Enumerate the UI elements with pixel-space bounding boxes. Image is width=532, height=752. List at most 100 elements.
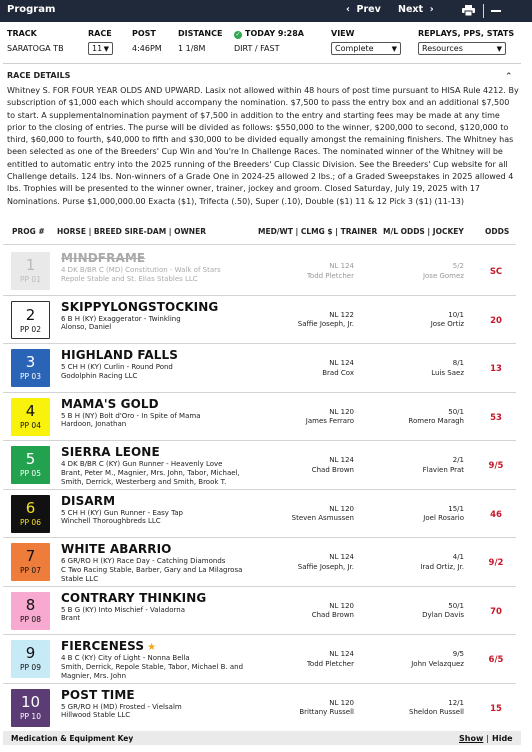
program-number-badge: 3 PP 03: [11, 349, 50, 387]
entry-row[interactable]: 9 PP 09 FIERCENESS ★ 4 B C (KY) City of L…: [0, 634, 532, 683]
post-position: PP 02: [20, 324, 41, 334]
trainer-name: Saffie Joseph, Jr.: [297, 562, 354, 571]
horse-name-text: SIERRA LEONE: [61, 445, 160, 459]
medication-weight: NL 124: [329, 359, 354, 367]
col-horse: HORSE | BREED SIRE-DAM | OWNER: [57, 227, 206, 236]
breeding-info: 5 B H (NY) Bolt d'Oro - In Spite of Mama: [61, 411, 201, 420]
post-position: PP 10: [20, 711, 41, 721]
jockey-name: Luis Saez: [431, 368, 464, 377]
program-number-badge: 6 PP 06: [11, 494, 50, 533]
trainer-name: Brad Cox: [322, 368, 354, 377]
collapse-icon[interactable]: ⌃: [505, 72, 513, 82]
morning-line-odds: 2/1: [452, 456, 464, 464]
post-position: PP 04: [20, 420, 41, 430]
ml-odds-jockey: 5/2 Jose Gomez: [423, 262, 464, 281]
current-odds: 15: [490, 703, 502, 714]
view-select-value: Complete: [335, 44, 374, 53]
prev-label: Prev: [356, 4, 381, 15]
trainer-name: Chad Brown: [311, 465, 354, 474]
post-position: PP 07: [20, 566, 41, 575]
morning-line-odds: 15/1: [448, 504, 464, 513]
entry-row[interactable]: 8 PP 08 CONTRARY THINKING 5 B G (KY) Int…: [0, 586, 532, 635]
today-header: ✓ TODAY 9:28A: [234, 29, 304, 39]
next-label: Next: [398, 4, 424, 15]
trainer-name: Steven Asmussen: [291, 514, 354, 522]
horse-name[interactable]: POST TIME: [61, 688, 135, 702]
medwt-trainer: NL 120 James Ferraro: [306, 408, 354, 427]
race-details-title: RACE DETAILS: [7, 71, 71, 80]
medication-weight: NL 124: [329, 262, 354, 270]
program-title: Program: [7, 4, 56, 15]
medication-weight: NL 120: [329, 407, 354, 416]
ml-odds-jockey: 2/1 Flavien Prat: [423, 456, 464, 475]
prev-button[interactable]: ‹ Prev: [346, 4, 381, 15]
medwt-trainer: NL 122 Saffie Joseph, Jr.: [298, 311, 354, 330]
horse-name[interactable]: DISARM: [61, 494, 115, 508]
horse-name-text: MAMA'S GOLD: [61, 396, 159, 411]
medwt-trainer: NL 120 Chad Brown: [312, 602, 354, 621]
jockey-name: Dylan Davis: [422, 611, 464, 619]
horse-name[interactable]: MAMA'S GOLD: [61, 397, 159, 411]
jockey-name: Flavien Prat: [422, 465, 464, 474]
jockey-name: Irad Ortiz, Jr.: [420, 562, 464, 571]
horse-name[interactable]: CONTRARY THINKING: [61, 591, 206, 605]
race-select[interactable]: 11 ▼: [88, 42, 113, 55]
ml-odds-jockey: 4/1 Irad Ortiz, Jr.: [420, 553, 464, 572]
morning-line-odds: 9/5: [452, 650, 464, 658]
chevron-down-icon: ▼: [391, 45, 397, 53]
horse-details: 6 B H (KY) Exaggerator - Twinkling Alons…: [61, 315, 251, 333]
hide-link[interactable]: Hide: [492, 734, 513, 743]
current-odds: 70: [490, 606, 502, 617]
surface-condition: DIRT / FAST: [234, 44, 280, 53]
horse-name[interactable]: FIERCENESS ★: [61, 639, 156, 653]
next-button[interactable]: Next ›: [398, 4, 434, 15]
program-number: 4: [25, 401, 36, 420]
medwt-trainer: NL 124 Chad Brown: [312, 456, 354, 475]
track-value: SARATOGA TB: [7, 44, 64, 53]
current-odds: 46: [490, 509, 502, 520]
morning-line-odds: 8/1: [452, 359, 464, 367]
medwt-trainer: NL 124 Todd Pletcher: [307, 262, 354, 281]
resources-select-value: Resources: [422, 44, 463, 53]
medwt-trainer: NL 124 Saffie Joseph, Jr.: [298, 553, 354, 572]
current-odds: SC: [489, 267, 503, 277]
view-select[interactable]: Complete ▼: [331, 42, 401, 55]
entry-row[interactable]: 7 PP 07 WHITE ABARRIO 6 GR/RO H (KY) Rac…: [0, 537, 532, 586]
current-odds: 53: [490, 412, 502, 423]
entry-row[interactable]: 2 PP 02 SKIPPYLONGSTOCKING 6 B H (KY) Ex…: [0, 295, 532, 344]
resources-select[interactable]: Resources ▼: [418, 42, 506, 55]
entry-row[interactable]: 5 PP 05 SIERRA LEONE 4 DK B/BR C (KY) Gu…: [0, 440, 532, 489]
header-underline: [3, 244, 516, 245]
breeding-info: 6 GR/RO H (KY) Race Day - Catching Diamo…: [61, 557, 226, 565]
owner-info: Brant: [61, 614, 81, 623]
medication-weight: NL 124: [329, 553, 354, 561]
horse-name[interactable]: SIERRA LEONE: [61, 445, 160, 459]
program-number-badge: 2 PP 02: [11, 300, 50, 339]
horse-name[interactable]: SKIPPYLONGSTOCKING: [61, 300, 218, 314]
post-position: PP 09: [20, 663, 41, 672]
entry-row[interactable]: 6 PP 06 DISARM 5 CH H (KY) Gun Runner - …: [0, 489, 532, 538]
horse-name[interactable]: WHITE ABARRIO: [61, 542, 171, 556]
entry-row[interactable]: 10 PP 10 POST TIME 5 GR/RO H (MD) Froste…: [0, 683, 532, 732]
horse-details: 6 GR/RO H (KY) Race Day - Catching Diamo…: [61, 557, 251, 584]
entry-row[interactable]: 4 PP 04 MAMA'S GOLD 5 B H (NY) Bolt d'Or…: [0, 392, 532, 441]
horse-name[interactable]: HIGHLAND FALLS: [61, 348, 178, 362]
owner-info: Hillwood Stable LLC: [61, 711, 131, 720]
show-link[interactable]: Show: [459, 734, 483, 743]
print-icon[interactable]: [462, 5, 475, 16]
minimize-icon[interactable]: [491, 10, 501, 12]
post-header: POST: [132, 29, 156, 38]
current-odds: 13: [490, 364, 502, 374]
medication-weight: NL 124: [329, 456, 354, 464]
program-number-badge: 1 PP 01: [11, 252, 50, 290]
horse-name[interactable]: MINDFRAME: [61, 251, 145, 265]
entry-row[interactable]: 1 PP 01 MINDFRAME 4 DK B/BR C (MD) Const…: [0, 246, 532, 295]
race-select-value: 11: [92, 44, 103, 53]
program-number: 2: [25, 305, 36, 324]
current-odds: 6/5: [488, 655, 504, 665]
horse-details: 4 DK B/BR C (MD) Constitution - Walk of …: [61, 266, 251, 284]
entry-row[interactable]: 3 PP 03 HIGHLAND FALLS 5 CH H (KY) Curli…: [0, 343, 532, 392]
current-odds: 9/5: [488, 461, 504, 471]
section-divider: [3, 63, 521, 64]
program-number-badge: 8 PP 08: [11, 591, 50, 630]
